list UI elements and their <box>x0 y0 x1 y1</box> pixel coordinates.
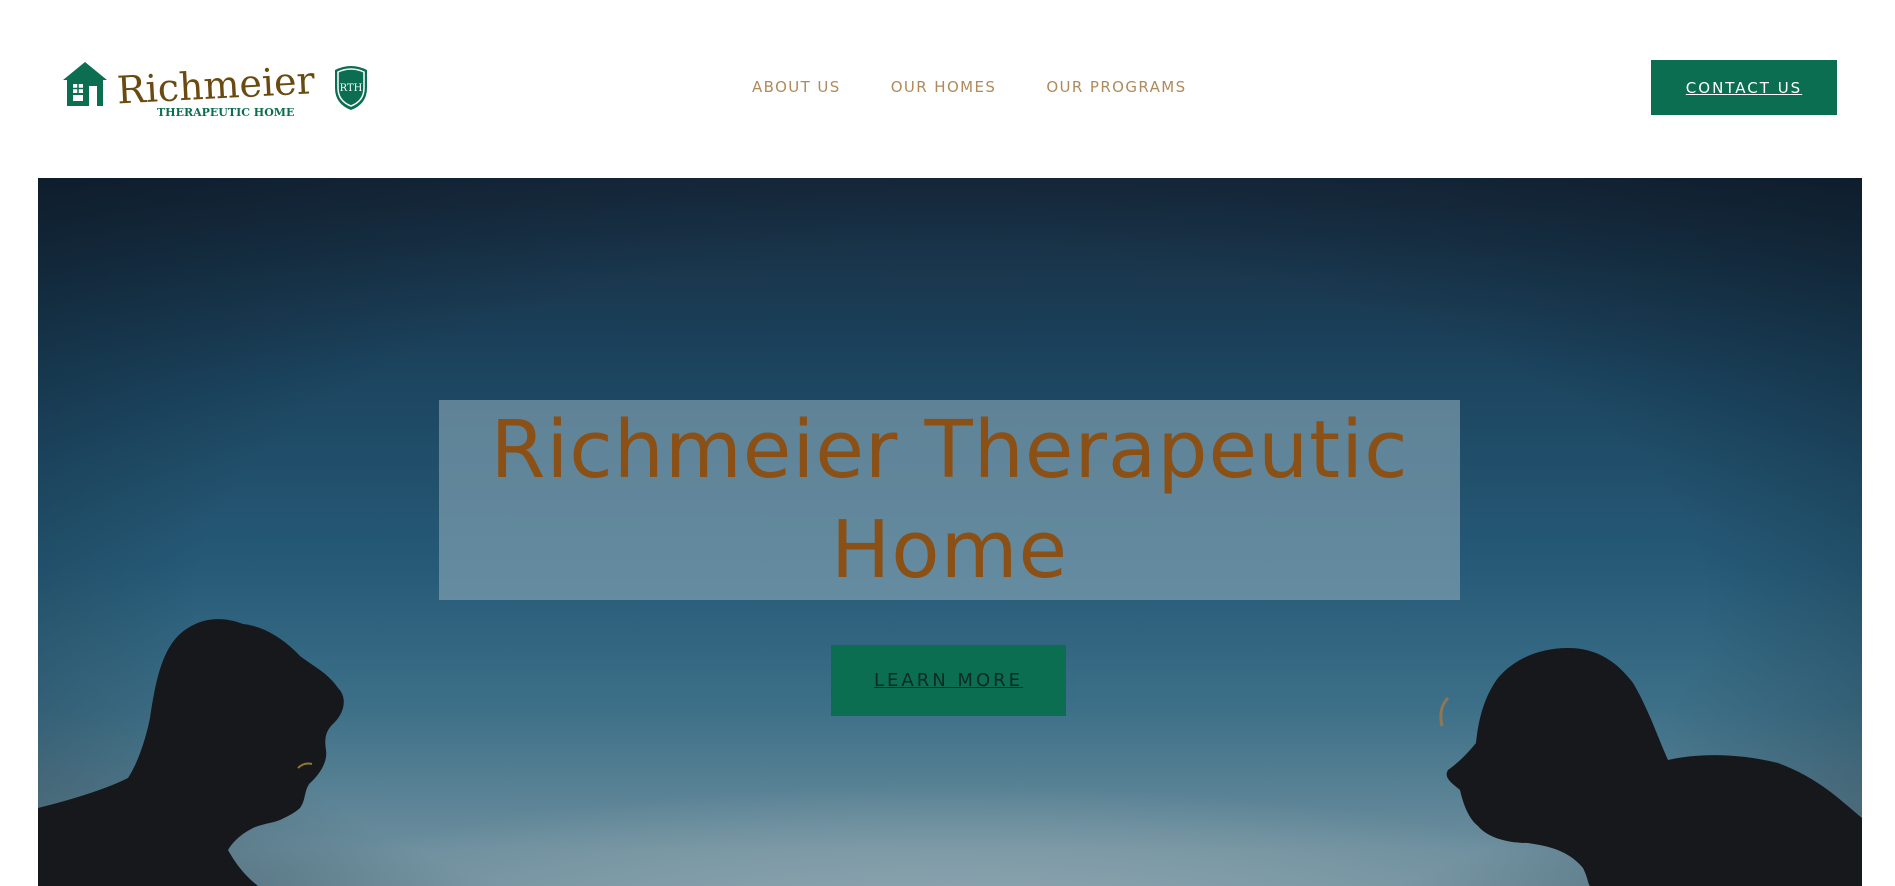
hero-title: Richmeier Therapeutic Home <box>490 404 1409 596</box>
logo-wordmark: Richmeier <box>116 58 317 112</box>
right-person-silhouette <box>1446 648 1862 886</box>
house-icon <box>63 62 107 106</box>
nav-about-us[interactable]: ABOUT US <box>752 78 841 96</box>
site-header: Richmeier THERAPEUTIC HOME RTH ABOUT US … <box>0 0 1895 178</box>
hero-title-box: Richmeier Therapeutic Home <box>439 400 1460 600</box>
logo-monogram: RTH <box>340 83 363 94</box>
nav-our-homes[interactable]: OUR HOMES <box>891 78 997 96</box>
logo-tagline: THERAPEUTIC HOME <box>157 106 294 119</box>
site-logo[interactable]: Richmeier THERAPEUTIC HOME RTH <box>63 58 383 138</box>
main-nav: ABOUT US OUR HOMES OUR PROGRAMS <box>752 78 1187 96</box>
learn-more-button[interactable]: LEARN MORE <box>831 645 1066 716</box>
left-person-silhouette <box>38 619 344 886</box>
shield-icon: RTH <box>335 66 367 110</box>
logo-graphic: Richmeier THERAPEUTIC HOME RTH <box>63 58 367 119</box>
hero-section: Richmeier Therapeutic Home LEARN MORE <box>38 178 1862 886</box>
contact-us-button[interactable]: CONTACT US <box>1651 60 1837 115</box>
nav-our-programs[interactable]: OUR PROGRAMS <box>1046 78 1186 96</box>
